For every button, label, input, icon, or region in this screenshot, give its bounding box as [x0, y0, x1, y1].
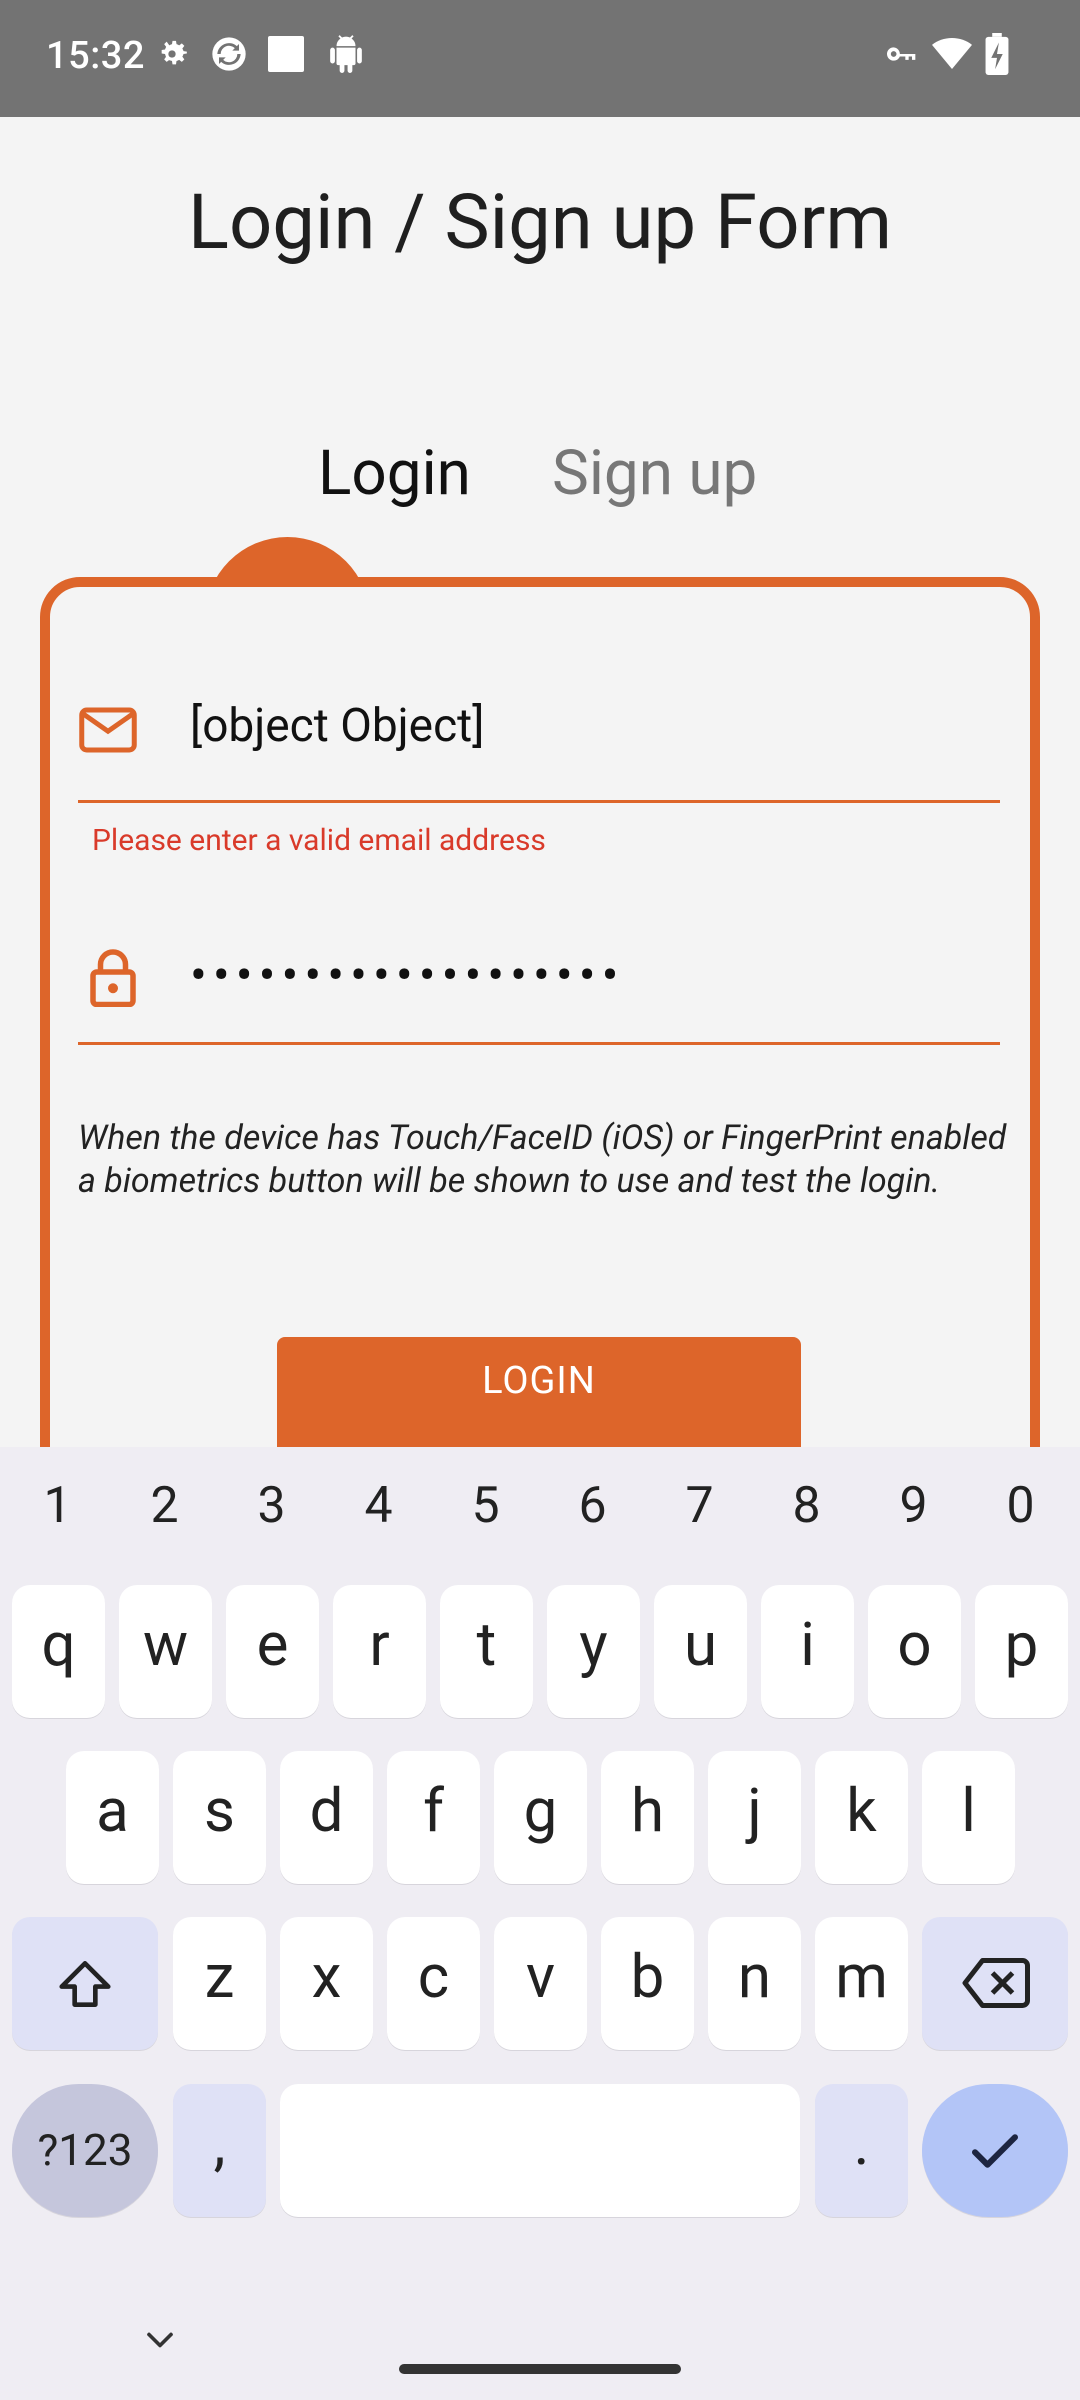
enter-key[interactable] [922, 2084, 1068, 2217]
key-t[interactable]: t [440, 1585, 533, 1718]
key-n[interactable]: n [708, 1917, 801, 2050]
soft-keyboard: 1 2 3 4 5 6 7 8 9 0 q w e r t y u i o p … [0, 1447, 1080, 2400]
key-v[interactable]: v [494, 1917, 587, 2050]
number-row: 1 2 3 4 5 6 7 8 9 0 [0, 1477, 1080, 1537]
status-bar: 15:32 [0, 0, 1080, 117]
key-k[interactable]: k [815, 1751, 908, 1884]
email-field[interactable]: [object Object] [78, 697, 1000, 803]
app-content: Login / Sign up Form Login Sign up [obje… [0, 117, 1080, 1447]
shift-key[interactable] [12, 1917, 158, 2050]
battery-icon [975, 32, 1019, 76]
key-3[interactable]: 3 [218, 1477, 325, 1535]
key-y[interactable]: y [547, 1585, 640, 1718]
key-d[interactable]: d [280, 1751, 373, 1884]
key-icon [880, 32, 924, 76]
biometrics-note: When the device has Touch/FaceID (iOS) o… [78, 1118, 1007, 1201]
backspace-icon [962, 1958, 1030, 2008]
symbols-key[interactable]: ?123 [12, 2084, 158, 2217]
login-button[interactable]: LOGIN [277, 1337, 801, 1447]
key-q[interactable]: q [12, 1585, 105, 1718]
key-6[interactable]: 6 [539, 1477, 646, 1535]
key-i[interactable]: i [761, 1585, 854, 1718]
status-time: 15:32 [46, 34, 145, 78]
key-j[interactable]: j [708, 1751, 801, 1884]
hide-keyboard-chevron-icon[interactable] [138, 2318, 182, 2362]
key-2[interactable]: 2 [111, 1477, 218, 1535]
check-icon [972, 2134, 1018, 2168]
key-z[interactable]: z [173, 1917, 266, 2050]
space-bar[interactable] [280, 2084, 800, 2217]
key-o[interactable]: o [868, 1585, 961, 1718]
email-input-value[interactable]: [object Object] [190, 699, 484, 753]
shift-icon [59, 1961, 111, 2007]
square-icon [264, 32, 308, 76]
comma-key[interactable]: , [173, 2084, 266, 2217]
password-input-value[interactable]: ••••••••••••••••••• [190, 947, 625, 1005]
tab-login[interactable]: Login [318, 437, 471, 510]
page-title: Login / Sign up Form [188, 177, 892, 267]
key-0[interactable]: 0 [967, 1477, 1074, 1535]
key-a[interactable]: a [66, 1751, 159, 1884]
key-l[interactable]: l [922, 1751, 1015, 1884]
password-field[interactable]: ••••••••••••••••••• [78, 947, 1000, 1045]
key-f[interactable]: f [387, 1751, 480, 1884]
key-c[interactable]: c [387, 1917, 480, 2050]
key-x[interactable]: x [280, 1917, 373, 2050]
key-9[interactable]: 9 [860, 1477, 967, 1535]
mail-icon [78, 705, 142, 769]
sync-icon [207, 32, 251, 76]
android-icon [324, 32, 368, 76]
key-w[interactable]: w [119, 1585, 212, 1718]
period-key[interactable]: . [815, 2084, 908, 2217]
key-p[interactable]: p [975, 1585, 1068, 1718]
key-e[interactable]: e [226, 1585, 319, 1718]
key-4[interactable]: 4 [325, 1477, 432, 1535]
settings-icon [150, 32, 194, 76]
password-underline [78, 1042, 1000, 1045]
tab-signup[interactable]: Sign up [552, 437, 757, 510]
email-underline [78, 800, 1000, 803]
gesture-nav-handle[interactable] [399, 2364, 681, 2374]
backspace-key[interactable] [922, 1917, 1068, 2050]
key-b[interactable]: b [601, 1917, 694, 2050]
key-s[interactable]: s [173, 1751, 266, 1884]
lock-icon [88, 947, 152, 1011]
key-r[interactable]: r [333, 1585, 426, 1718]
key-u[interactable]: u [654, 1585, 747, 1718]
email-error-text: Please enter a valid email address [92, 823, 546, 858]
key-1[interactable]: 1 [4, 1477, 111, 1535]
key-h[interactable]: h [601, 1751, 694, 1884]
tab-bar: Login Sign up [0, 437, 1080, 517]
key-m[interactable]: m [815, 1917, 908, 2050]
wifi-icon [930, 32, 974, 76]
key-7[interactable]: 7 [646, 1477, 753, 1535]
key-8[interactable]: 8 [753, 1477, 860, 1535]
key-5[interactable]: 5 [432, 1477, 539, 1535]
key-g[interactable]: g [494, 1751, 587, 1884]
